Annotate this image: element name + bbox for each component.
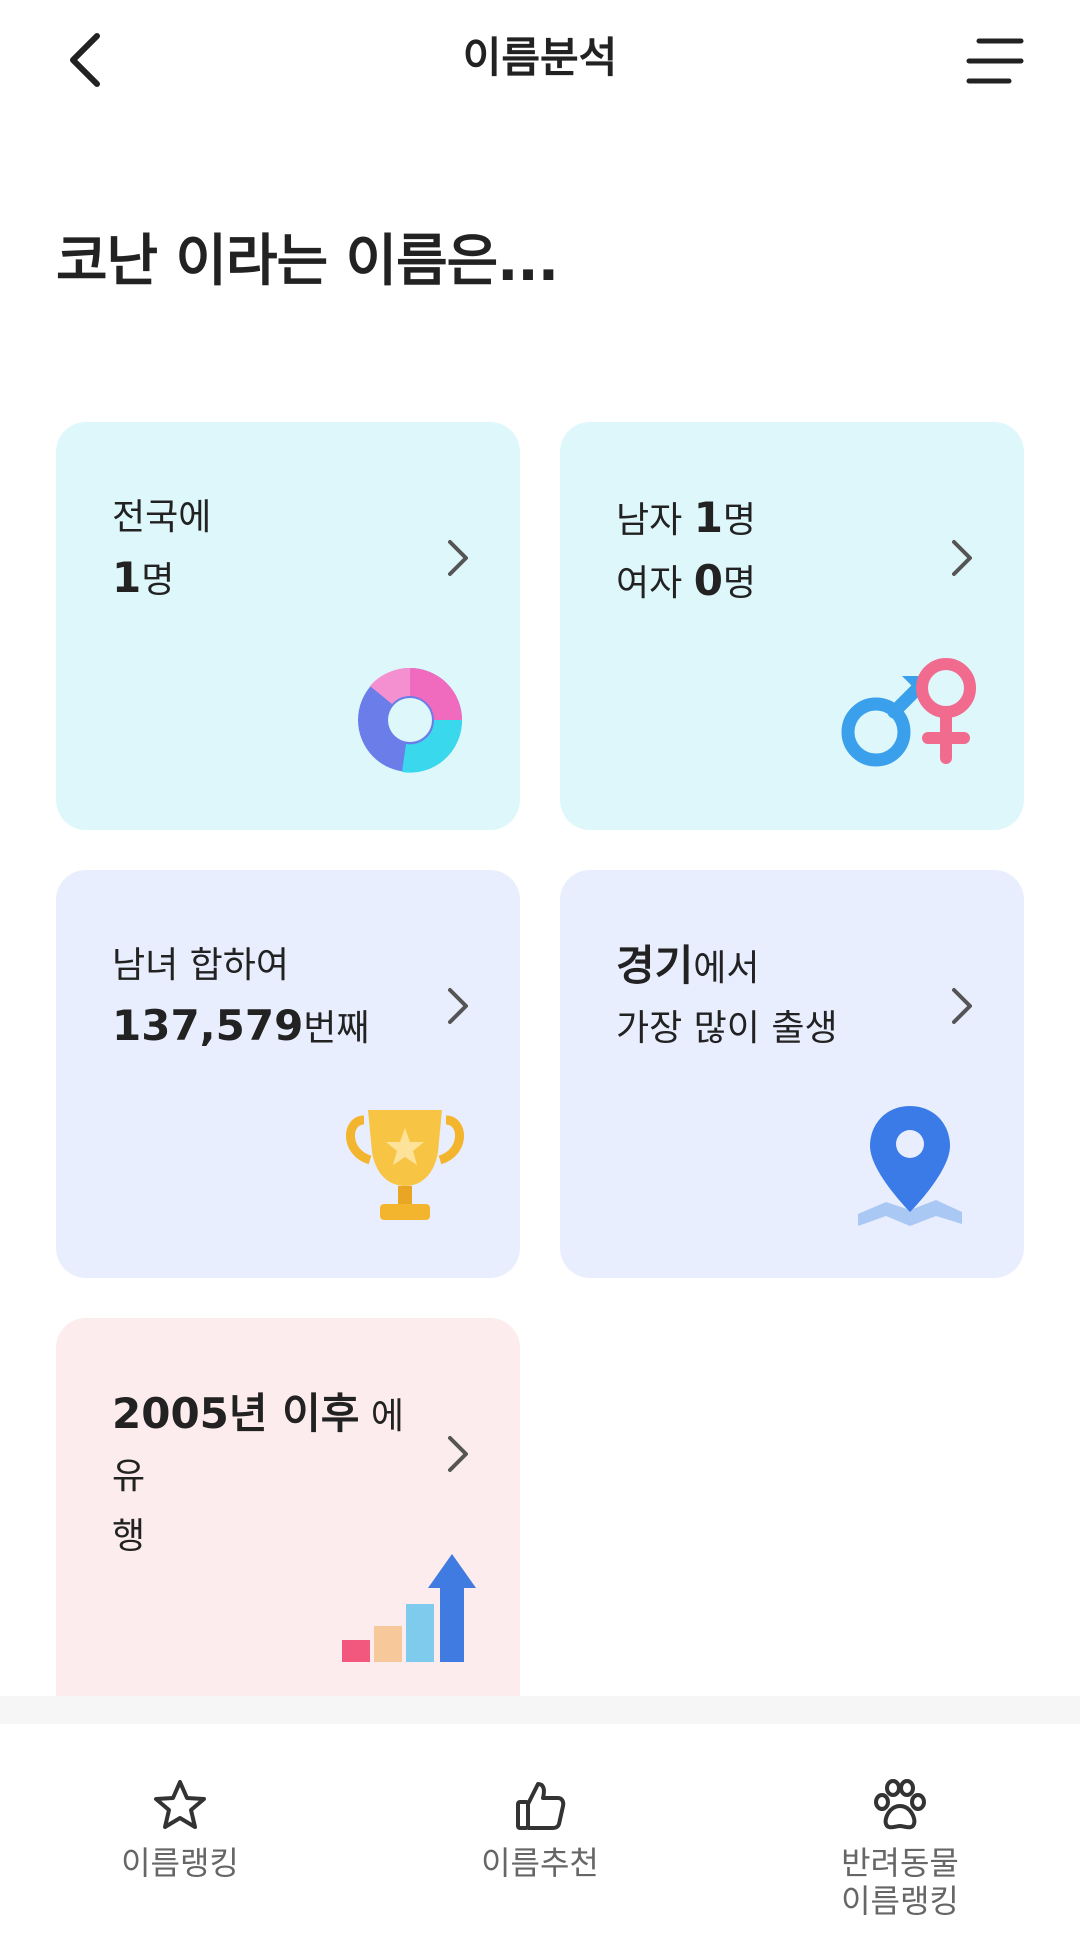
nav-pet-line1: 반려동물 [841,1844,959,1882]
gender-text: 남자 1명 여자 0명 [616,488,756,614]
chevron-right-icon [952,988,972,1024]
gender-card[interactable]: 남자 1명 여자 0명 [560,422,1024,830]
female-unit: 명 [722,563,757,604]
trophy-icon [346,1110,464,1220]
rank-suffix: 번째 [303,1008,370,1049]
nav-ranking[interactable]: 이름랭킹 [30,1724,330,1946]
region-text: 경기에서 가장 많이 출생 [616,936,838,1059]
gender-icon [841,658,976,767]
trend-year: 2005년 이후 [112,1389,360,1438]
region-line2: 가장 많이 출생 [616,1008,838,1049]
menu-icon [966,38,1024,84]
bottom-nav: 이름랭킹 이름추천 반려동물 이름랭킹 [0,1724,1080,1946]
population-card[interactable]: 전국에 1명 [56,422,520,830]
population-unit: 명 [141,560,175,601]
header: 이름분석 [0,0,1080,120]
female-count: 0 [693,556,723,605]
pie-chart-icon [358,667,463,773]
rank-text: 남녀 합하여 137,579번째 [112,936,370,1059]
page-title: 이름분석 [462,33,618,82]
population-count: 1 [112,553,142,602]
region-suffix: 에서 [693,948,760,989]
menu-button[interactable] [960,26,1030,96]
region-card[interactable]: 경기에서 가장 많이 출생 [560,870,1024,1278]
region-name: 경기 [616,941,694,990]
nav-recommend-label: 이름추천 [481,1844,599,1882]
chevron-right-icon [448,988,468,1024]
map-pin-icon [858,1106,962,1226]
nav-ranking-label: 이름랭킹 [121,1844,239,1882]
star-icon [154,1780,206,1829]
rank-number: 137,579 [112,1001,304,1050]
male-count: 1 [693,493,723,542]
male-unit: 명 [722,500,757,541]
population-line1: 전국에 [112,497,212,538]
thumbs-up-icon [516,1782,566,1830]
rank-card[interactable]: 남녀 합하여 137,579번째 [56,870,520,1278]
chevron-right-icon [952,540,972,576]
nav-pet-line2: 이름랭킹 [841,1882,959,1920]
bar-chart-arrow-icon [342,1554,476,1662]
bottom-separator [0,1696,1080,1724]
nav-pet-ranking-label: 반려동물 이름랭킹 [841,1844,959,1920]
trend-text: 2005년 이후 에 유 행 [112,1384,442,1567]
chevron-right-icon [448,540,468,576]
male-label: 남자 [616,500,694,541]
rank-line1: 남녀 합하여 [112,945,290,986]
nav-pet-ranking[interactable]: 반려동물 이름랭킹 [750,1724,1050,1946]
female-label: 여자 [616,563,694,604]
chevron-right-icon [448,1436,468,1472]
nav-recommend[interactable]: 이름추천 [390,1724,690,1946]
trend-card[interactable]: 2005년 이후 에 유 행 [56,1318,520,1696]
paw-icon [874,1779,926,1830]
headline: 코난 이라는 이름은... [56,229,559,294]
population-text: 전국에 1명 [112,488,211,611]
